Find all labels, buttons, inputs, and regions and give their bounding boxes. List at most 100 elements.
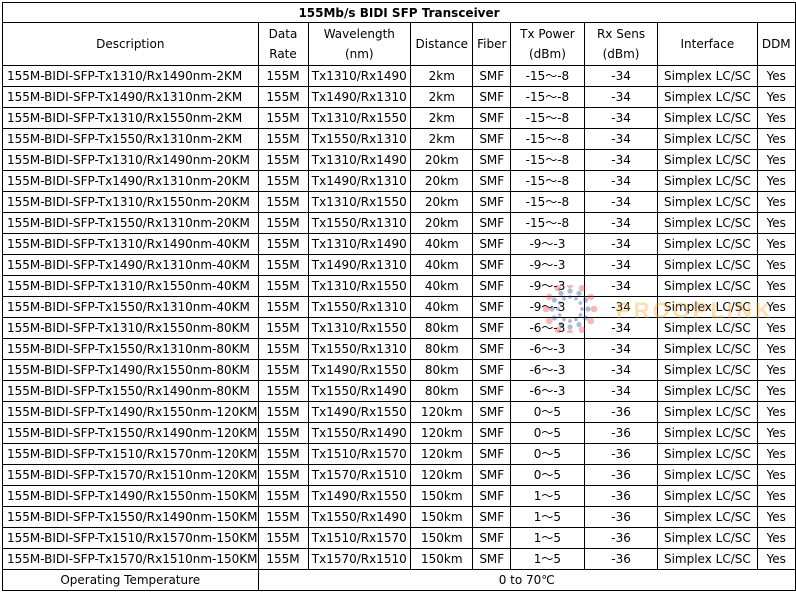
cell-interface: Simplex LC/SC [657, 191, 758, 213]
cell-description: 155M-BIDI-SFP-Tx1570/Rx1510nm-150KM [2, 548, 259, 570]
table-row: 155M-BIDI-SFP-Tx1490/Rx1550nm-120KM 155M T… [2, 401, 796, 423]
cell-data-rate: 155M [257, 527, 309, 549]
cell-rx-sens: -34 [583, 191, 659, 213]
cell-description: 155M-BIDI-SFP-Tx1490/Rx1550nm-80KM [2, 359, 259, 381]
cell-wavelength: Tx1310/Rx1490 [307, 149, 412, 171]
cell-ddm: Yes [756, 485, 796, 507]
cell-data-rate: 155M [257, 233, 309, 255]
cell-fiber: SMF [472, 86, 512, 108]
header-data-rate-line2: Rate [269, 47, 297, 61]
cell-rx-sens: -34 [583, 149, 659, 171]
cell-rx-sens: -34 [583, 170, 659, 192]
header-data-rate: Data Rate [257, 22, 309, 66]
cell-tx-power: 0～5 [510, 443, 585, 465]
table-row: 155M-BIDI-SFP-Tx1550/Rx1310nm-40KM 155M Tx… [2, 296, 796, 318]
cell-fiber: SMF [472, 317, 512, 339]
cell-distance: 2km [410, 107, 474, 129]
cell-data-rate: 155M [257, 317, 309, 339]
cell-data-rate: 155M [257, 443, 309, 465]
cell-tx-power: 1～5 [510, 527, 585, 549]
cell-data-rate: 155M [257, 485, 309, 507]
cell-distance: 2km [410, 65, 474, 87]
cell-rx-sens: -34 [583, 86, 659, 108]
cell-rx-sens: -36 [583, 401, 659, 423]
table-row: 155M-BIDI-SFP-Tx1550/Rx1490nm-150KM 155M T… [2, 506, 796, 528]
cell-ddm: Yes [756, 128, 796, 150]
cell-description: 155M-BIDI-SFP-Tx1550/Rx1490nm-150KM [2, 506, 259, 528]
cell-wavelength: Tx1570/Rx1510 [307, 464, 412, 486]
cell-tx-power: -15～-8 [510, 65, 585, 87]
cell-tx-power: 1～5 [510, 485, 585, 507]
cell-fiber: SMF [472, 233, 512, 255]
cell-fiber: SMF [472, 422, 512, 444]
cell-rx-sens: -36 [583, 527, 659, 549]
cell-tx-power: 0～5 [510, 464, 585, 486]
table-row: 155M-BIDI-SFP-Tx1570/Rx1510nm-150KM 155M T… [2, 548, 796, 570]
cell-tx-power: -9～-3 [510, 275, 585, 297]
table-row: 155M-BIDI-SFP-Tx1490/Rx1550nm-80KM 155M Tx… [2, 359, 796, 381]
cell-interface: Simplex LC/SC [657, 338, 758, 360]
cell-wavelength: Tx1310/Rx1550 [307, 191, 412, 213]
footer-label: Operating Temperature [2, 569, 259, 591]
cell-interface: Simplex LC/SC [657, 128, 758, 150]
cell-wavelength: Tx1570/Rx1510 [307, 548, 412, 570]
cell-data-rate: 155M [257, 422, 309, 444]
cell-data-rate: 155M [257, 170, 309, 192]
cell-description: 155M-BIDI-SFP-Tx1310/Rx1550nm-2KM [2, 107, 259, 129]
cell-ddm: Yes [756, 422, 796, 444]
cell-tx-power: 0～5 [510, 401, 585, 423]
cell-ddm: Yes [756, 338, 796, 360]
cell-data-rate: 155M [257, 464, 309, 486]
cell-ddm: Yes [756, 359, 796, 381]
cell-rx-sens: -36 [583, 485, 659, 507]
cell-distance: 80km [410, 338, 474, 360]
cell-tx-power: -15～-8 [510, 86, 585, 108]
cell-interface: Simplex LC/SC [657, 296, 758, 318]
header-wavelength: Wavelength (nm) [307, 22, 412, 66]
cell-wavelength: Tx1550/Rx1310 [307, 338, 412, 360]
cell-tx-power: 1～5 [510, 506, 585, 528]
cell-distance: 2km [410, 128, 474, 150]
cell-distance: 120km [410, 422, 474, 444]
cell-interface: Simplex LC/SC [657, 443, 758, 465]
cell-ddm: Yes [756, 233, 796, 255]
cell-interface: Simplex LC/SC [657, 65, 758, 87]
cell-distance: 20km [410, 191, 474, 213]
cell-ddm: Yes [756, 401, 796, 423]
cell-data-rate: 155M [257, 506, 309, 528]
cell-data-rate: 155M [257, 380, 309, 402]
table-row: 155M-BIDI-SFP-Tx1310/Rx1550nm-2KM 155M Tx1… [2, 107, 796, 129]
cell-wavelength: Tx1310/Rx1490 [307, 233, 412, 255]
header-data-rate-line1: Data [268, 27, 298, 41]
cell-wavelength: Tx1510/Rx1570 [307, 527, 412, 549]
cell-distance: 2km [410, 86, 474, 108]
header-fiber: Fiber [472, 22, 512, 66]
cell-tx-power: 1～5 [510, 548, 585, 570]
table-row: 155M-BIDI-SFP-Tx1310/Rx1490nm-40KM 155M Tx… [2, 233, 796, 255]
cell-interface: Simplex LC/SC [657, 86, 758, 108]
cell-fiber: SMF [472, 548, 512, 570]
cell-tx-power: -9～-3 [510, 233, 585, 255]
cell-fiber: SMF [472, 401, 512, 423]
table-row: 155M-BIDI-SFP-Tx1550/Rx1310nm-2KM 155M Tx1… [2, 128, 796, 150]
cell-rx-sens: -34 [583, 233, 659, 255]
cell-description: 155M-BIDI-SFP-Tx1510/Rx1570nm-120KM [2, 443, 259, 465]
cell-interface: Simplex LC/SC [657, 359, 758, 381]
cell-description: 155M-BIDI-SFP-Tx1490/Rx1550nm-120KM [2, 401, 259, 423]
header-wavelength-line1: Wavelength [323, 27, 395, 41]
cell-ddm: Yes [756, 443, 796, 465]
cell-fiber: SMF [472, 485, 512, 507]
table-row: 155M-BIDI-SFP-Tx1510/Rx1570nm-120KM 155M T… [2, 443, 796, 465]
cell-description: 155M-BIDI-SFP-Tx1310/Rx1490nm-2KM [2, 65, 259, 87]
table-row: 155M-BIDI-SFP-Tx1490/Rx1550nm-150KM 155M T… [2, 485, 796, 507]
cell-wavelength: Tx1490/Rx1550 [307, 485, 412, 507]
header-rx-sens-line2: (dBm) [602, 47, 640, 61]
cell-description: 155M-BIDI-SFP-Tx1510/Rx1570nm-150KM [2, 527, 259, 549]
table-row: 155M-BIDI-SFP-Tx1310/Rx1490nm-2KM 155M Tx1… [2, 65, 796, 87]
cell-rx-sens: -34 [583, 254, 659, 276]
cell-rx-sens: -34 [583, 317, 659, 339]
transceiver-spec-table: 155Mb/s BIDI SFP Transceiver Description… [2, 2, 796, 591]
table-body: 155M-BIDI-SFP-Tx1310/Rx1490nm-2KM 155M Tx1… [2, 65, 796, 570]
cell-rx-sens: -34 [583, 212, 659, 234]
cell-interface: Simplex LC/SC [657, 401, 758, 423]
